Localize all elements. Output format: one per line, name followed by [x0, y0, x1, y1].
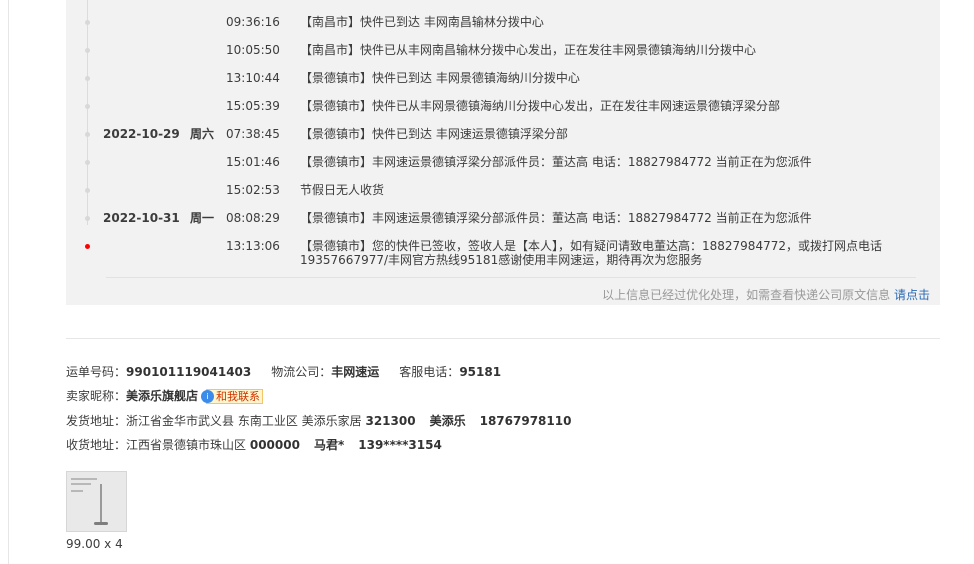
sender-zip: 321300 — [365, 414, 416, 428]
tracking-event-latest: 13:13:06 【景德镇市】您的快件已签收，签收人是【本人】，如有疑问请致电董… — [66, 236, 940, 270]
event-time: 10:05:50 — [226, 43, 280, 57]
receiver-address-row: 收货地址：江西省景德镇市珠山区 000000 马君* 139****3154 — [66, 436, 442, 454]
hotline-label: 客服电话： — [399, 365, 460, 379]
event-time: 13:10:44 — [226, 71, 280, 85]
event-description: 【景德镇市】快件已从丰网景德镇海纳川分拨中心发出，正在发往丰网速运景德镇浮梁分部 — [300, 99, 781, 113]
event-description: 【景德镇市】快件已到达 丰网速运景德镇浮梁分部 — [300, 127, 568, 141]
contact-seller-button[interactable]: i 和我联系 — [201, 389, 264, 404]
sender-label: 发货地址： — [66, 414, 127, 428]
event-time: 15:05:39 — [226, 99, 280, 113]
event-description: 【景德镇市】丰网速运景德镇浮梁分部派件员：董达高 电话：18827984772 … — [300, 211, 812, 225]
thumbnail-caption-line — [71, 483, 91, 485]
event-description: 【景德镇市】您的快件已签收，签收人是【本人】，如有疑问请致电董达高：188279… — [300, 239, 882, 267]
receiver-name: 马君* — [313, 438, 345, 452]
chat-icon: i — [201, 390, 215, 403]
event-description: 【南昌市】快件已从丰网南昌输林分拨中心发出，正在发往丰网景德镇海纳川分拨中心 — [300, 43, 757, 57]
timeline-dot — [85, 160, 90, 165]
contact-seller-label: 和我联系 — [216, 390, 261, 403]
sender-address-row: 发货地址：浙江省金华市武义县 东南工业区 美添乐家居 321300 美添乐 1876… — [66, 412, 571, 430]
latest-status-dot — [85, 244, 90, 249]
event-time: 13:13:06 — [226, 239, 280, 253]
timeline-dot — [85, 104, 90, 109]
timeline-dot — [85, 216, 90, 221]
timeline-dot — [85, 132, 90, 137]
carrier-label: 物流公司： — [271, 365, 332, 379]
event-weekday: 周一 — [190, 211, 215, 225]
tracking-event: 15:05:39 【景德镇市】快件已从丰网景德镇海纳川分拨中心发出，正在发往丰网… — [66, 96, 940, 116]
tracking-event: 15:02:53 节假日无人收货 — [66, 180, 940, 200]
view-original-link[interactable]: 请点击 — [894, 288, 930, 302]
event-description: 【景德镇市】丰网速运景德镇浮梁分部派件员：董达高 电话：18827984772 … — [300, 155, 812, 169]
timeline-dot — [85, 76, 90, 81]
hotline-number: 95181 — [459, 365, 502, 379]
sender-name: 美添乐 — [429, 414, 466, 428]
panel-divider — [106, 277, 916, 278]
section-divider — [66, 338, 940, 339]
timeline-dot — [85, 48, 90, 53]
timeline-dot — [85, 20, 90, 25]
event-date: 2022-10-31 — [103, 211, 180, 225]
event-time: 15:02:53 — [226, 183, 280, 197]
shipment-info-row: 运单号码：990101119041403 物流公司：丰网速运 客服电话：95181 — [66, 363, 501, 381]
left-border — [8, 0, 9, 564]
product-price-quantity: 99.00 x 4 — [66, 537, 123, 551]
event-weekday: 周六 — [190, 127, 215, 141]
product-thumbnail[interactable] — [66, 471, 127, 532]
tracking-event: 09:36:16 【南昌市】快件已到达 丰网南昌输林分拨中心 — [66, 12, 940, 32]
product-stand-base — [94, 522, 108, 525]
sender-phone: 18767978110 — [479, 414, 572, 428]
receiver-address: 江西省景德镇市珠山区 — [126, 438, 247, 452]
tracking-event: 2022-10-31 周一 08:08:29 【景德镇市】丰网速运景德镇浮梁分部… — [66, 208, 940, 228]
seller-nick: 美添乐旗舰店 — [126, 389, 199, 403]
optimization-note: 以上信息已经过优化处理，如需查看快递公司原文信息 请点击 — [602, 286, 930, 303]
receiver-phone: 139****3154 — [358, 438, 442, 452]
event-date: 2022-10-29 — [103, 127, 180, 141]
event-description: 节假日无人收货 — [300, 183, 385, 197]
tracking-event: 2022-10-29 周六 07:38:45 【景德镇市】快件已到达 丰网速运景… — [66, 124, 940, 144]
product-stand-pole — [100, 484, 102, 524]
tracking-event: 13:10:44 【景德镇市】快件已到达 丰网景德镇海纳川分拨中心 — [66, 68, 940, 88]
tracking-event: 15:01:46 【景德镇市】丰网速运景德镇浮梁分部派件员：董达高 电话：188… — [66, 152, 940, 172]
event-time: 15:01:46 — [226, 155, 280, 169]
event-time: 07:38:45 — [226, 127, 280, 141]
event-description: 【景德镇市】快件已到达 丰网景德镇海纳川分拨中心 — [300, 71, 580, 85]
tracking-panel: 09:36:16 【南昌市】快件已到达 丰网南昌输林分拨中心 10:05:50 … — [66, 0, 940, 305]
carrier-name: 丰网速运 — [331, 365, 380, 379]
event-time: 09:36:16 — [226, 15, 280, 29]
seller-info-row: 卖家昵称：美添乐旗舰店 i 和我联系 — [66, 387, 264, 405]
optimization-note-text: 以上信息已经过优化处理，如需查看快递公司原文信息 — [602, 288, 891, 302]
event-description: 【南昌市】快件已到达 丰网南昌输林分拨中心 — [300, 15, 544, 29]
receiver-label: 收货地址： — [66, 438, 127, 452]
timeline-dot — [85, 188, 90, 193]
thumbnail-caption-line — [71, 478, 97, 480]
tracking-event: 10:05:50 【南昌市】快件已从丰网南昌输林分拨中心发出，正在发往丰网景德镇… — [66, 40, 940, 60]
seller-nick-label: 卖家昵称： — [66, 389, 127, 403]
event-time: 08:08:29 — [226, 211, 280, 225]
waybill-number: 990101119041403 — [126, 365, 252, 379]
receiver-zip: 000000 — [249, 438, 300, 452]
thumbnail-caption-line — [71, 490, 83, 492]
waybill-label: 运单号码： — [66, 365, 127, 379]
sender-address: 浙江省金华市武义县 东南工业区 美添乐家居 — [126, 414, 362, 428]
